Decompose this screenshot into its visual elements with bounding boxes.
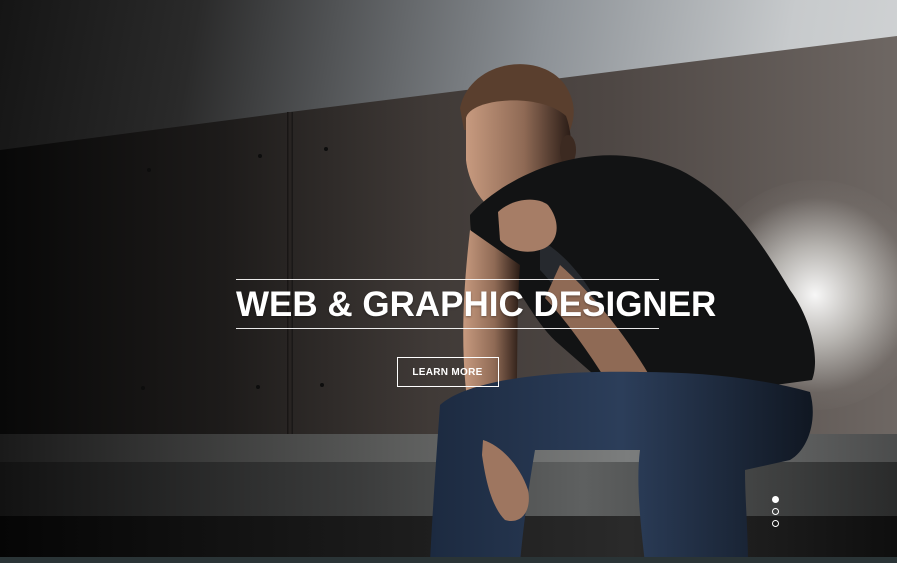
slide-dot-3[interactable] <box>772 520 779 527</box>
hero-slider: WEB & GRAPHIC DESIGNER LEARN MORE <box>0 0 897 563</box>
slide-dot-1[interactable] <box>772 496 779 503</box>
hero-headline: WEB & GRAPHIC DESIGNER <box>236 285 717 324</box>
hero-caption: WEB & GRAPHIC DESIGNER LEARN MORE <box>236 279 717 387</box>
bottom-strip <box>0 557 897 563</box>
headline-frame: WEB & GRAPHIC DESIGNER <box>236 279 717 329</box>
learn-more-button[interactable]: LEARN MORE <box>396 357 499 387</box>
slide-dot-2[interactable] <box>772 508 779 515</box>
slider-pagination <box>772 496 780 532</box>
